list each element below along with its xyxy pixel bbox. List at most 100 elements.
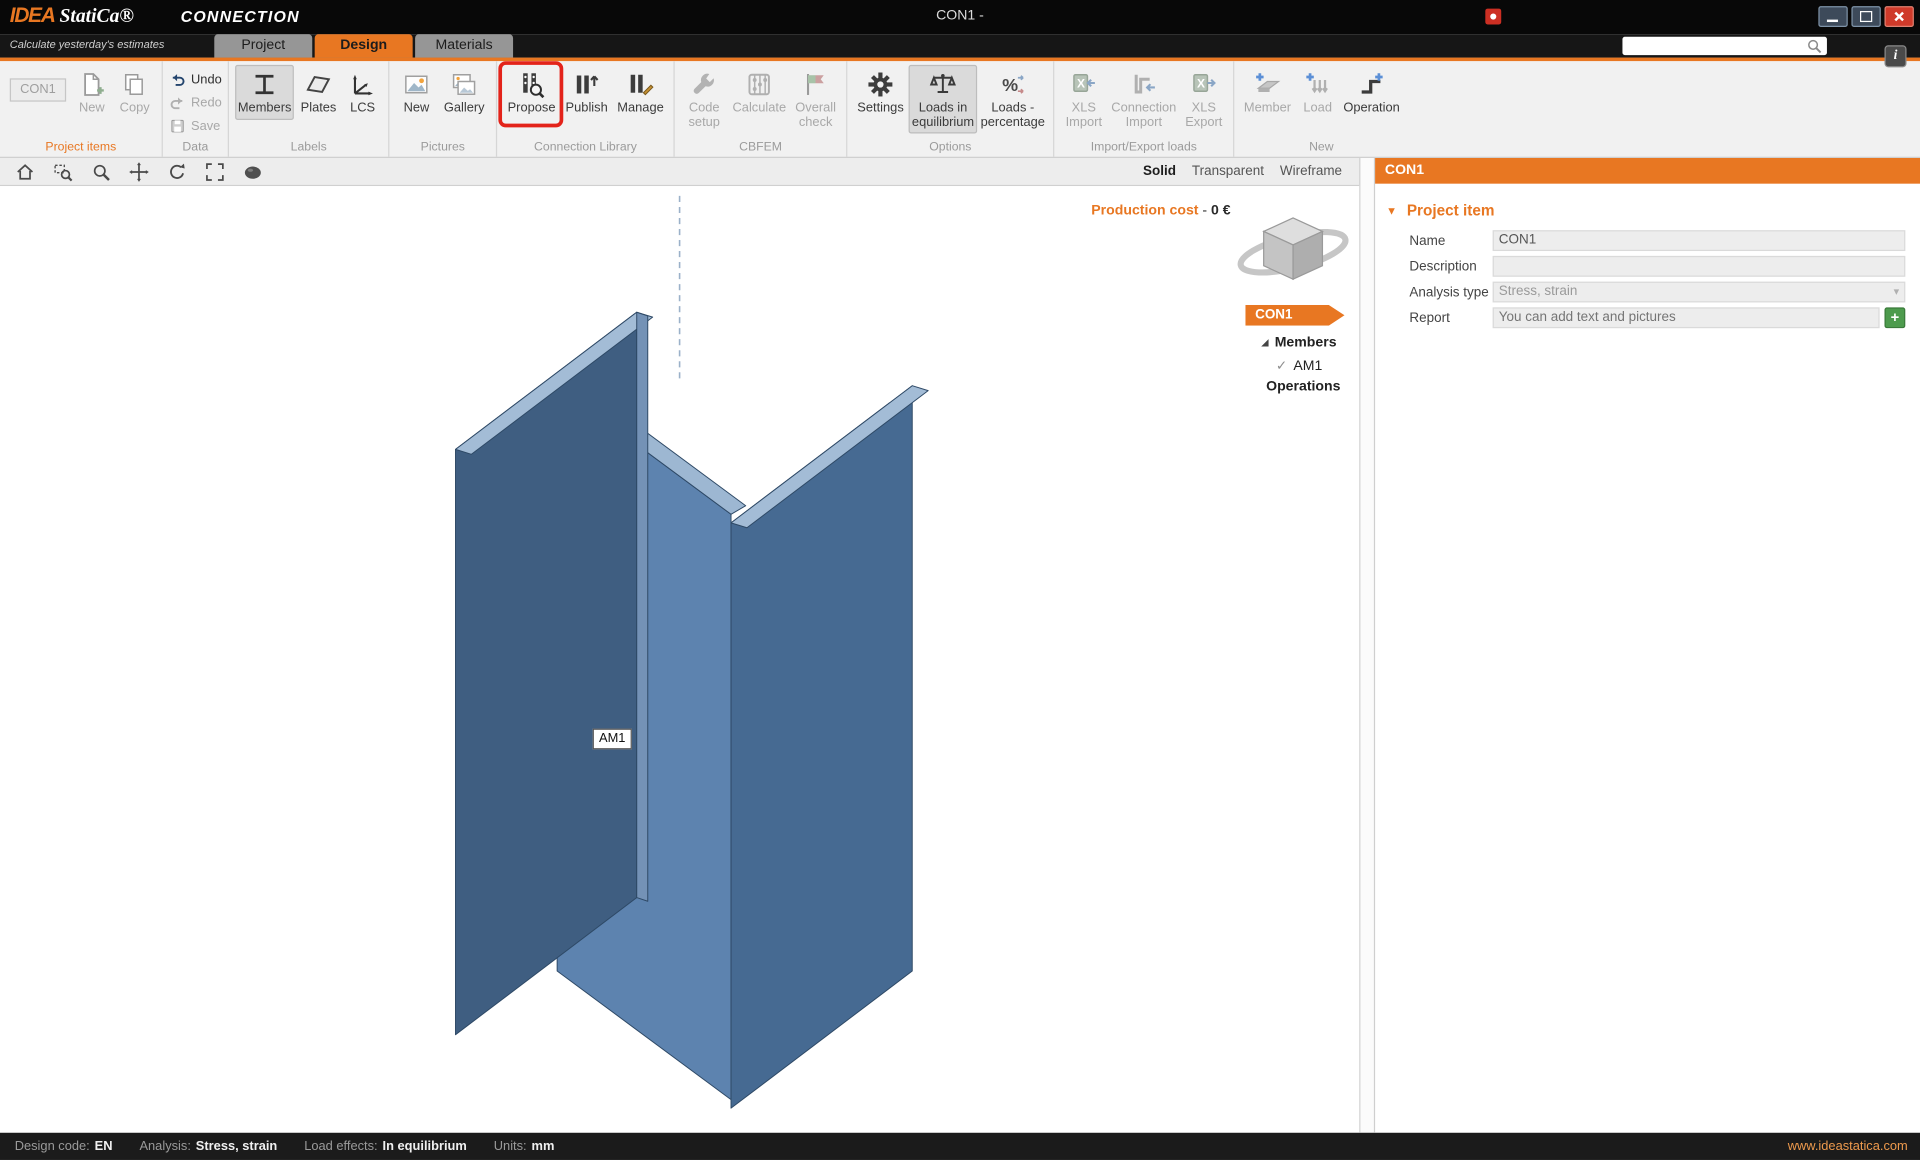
loads-in-equilibrium-button[interactable]: Loads in equilibrium: [909, 65, 978, 134]
tab-project[interactable]: Project: [214, 34, 312, 57]
navigation-cube[interactable]: [1232, 208, 1354, 291]
copy-icon: [121, 71, 148, 98]
ribbon-group-project-items: CON1 New Copy: [0, 61, 163, 157]
search-box[interactable]: [1622, 37, 1826, 55]
load-new-icon: [1304, 71, 1331, 98]
manage-button[interactable]: Manage: [614, 65, 668, 120]
propose-button[interactable]: Propose: [503, 65, 559, 120]
window-title: CON1 -: [0, 9, 1920, 24]
tree-item-members[interactable]: Members: [1261, 336, 1336, 351]
ribbon-group-options: Settings Loads in equilibrium: [847, 61, 1054, 157]
properties-panel: CON1 ▼ Project item Name Description Ana…: [1374, 158, 1920, 1133]
redo-button: Redo: [169, 92, 222, 113]
report-input[interactable]: [1493, 307, 1880, 328]
loads-percentage-button[interactable]: % Loads - percentage: [979, 65, 1048, 134]
overall-check-button: Overall check: [791, 65, 840, 134]
overall-check-icon: [802, 71, 829, 98]
section-project-item[interactable]: ▼ Project item: [1375, 198, 1920, 222]
main-tabs: Project Design Materials: [214, 34, 513, 57]
field-row-analysis-type: Analysis type ▾Stress, strain: [1375, 279, 1920, 305]
home-icon[interactable]: [15, 161, 36, 182]
tree-item-am1[interactable]: ✓ AM1: [1276, 358, 1322, 374]
ribbon-group-data: Undo Redo Save: [163, 61, 229, 157]
calculate-icon: [746, 71, 773, 98]
ribbon-group-new: Member Load: [1234, 61, 1408, 157]
member-new-icon: [1254, 71, 1281, 98]
manage-icon: [627, 71, 654, 98]
name-input[interactable]: [1493, 230, 1906, 251]
title-bar: IDEA StatiCa® CONNECTION CON1 -: [0, 0, 1920, 34]
calculate-button: Calculate: [729, 65, 790, 120]
new-operation-button[interactable]: Operation: [1341, 65, 1402, 120]
tagline: Calculate yesterday's estimates: [10, 38, 165, 50]
3d-viewport[interactable]: Production cost - 0 € CON1 Members: [0, 186, 1359, 1133]
website-link[interactable]: www.ideastatica.com: [1788, 1139, 1920, 1154]
save-button: Save: [169, 115, 222, 136]
plates-labels-button[interactable]: Plates: [295, 65, 342, 120]
member-tag-AM1[interactable]: AM1: [593, 729, 632, 750]
code-setup-icon: [691, 71, 718, 98]
view-mode-wireframe[interactable]: Wireframe: [1280, 164, 1342, 179]
publish-button[interactable]: Publish: [561, 65, 612, 120]
picture-new-icon: [403, 71, 430, 98]
tree-root-CON1[interactable]: CON1: [1245, 305, 1344, 326]
close-button[interactable]: [1884, 6, 1913, 27]
save-icon: [169, 117, 186, 134]
viewport-column: Solid Transparent Wireframe: [0, 158, 1359, 1133]
view-mode-solid[interactable]: Solid: [1143, 164, 1176, 179]
description-input[interactable]: [1493, 256, 1906, 277]
analysis-type-dropdown[interactable]: ▾Stress, strain: [1493, 282, 1906, 303]
xls-import-icon: X: [1070, 71, 1097, 98]
check-icon[interactable]: ✓: [1276, 358, 1287, 374]
expander-icon[interactable]: [1261, 339, 1268, 346]
tab-design[interactable]: Design: [315, 34, 413, 57]
lcs-labels-button[interactable]: LCS: [343, 65, 382, 120]
ribbon-group-labels: Members Plates LCS: [229, 61, 389, 157]
add-report-icon[interactable]: +: [1884, 307, 1905, 328]
maximize-button[interactable]: [1851, 6, 1880, 27]
view-mode-transparent[interactable]: Transparent: [1192, 164, 1264, 179]
code-setup-button: Code setup: [681, 65, 728, 134]
ribbon-group-import-export: X XLS Import Connection Import X: [1054, 61, 1234, 157]
svg-text:X: X: [1197, 76, 1205, 90]
search-input[interactable]: [1622, 38, 1806, 54]
appearance-icon[interactable]: [242, 161, 263, 182]
operation-new-icon: [1358, 71, 1385, 98]
tab-materials[interactable]: Materials: [415, 34, 513, 57]
undo-button[interactable]: Undo: [169, 69, 222, 90]
status-load-effects: Load effects:In equilibrium: [304, 1139, 467, 1154]
member-3d-model[interactable]: [0, 186, 1359, 1133]
members-labels-button[interactable]: Members: [235, 65, 294, 120]
new-project-item-button: New: [71, 65, 113, 120]
settings-button[interactable]: Settings: [854, 65, 908, 120]
new-picture-button[interactable]: New: [396, 65, 438, 120]
zoom-icon[interactable]: [91, 161, 112, 182]
minimize-button[interactable]: [1818, 6, 1847, 27]
gallery-button[interactable]: Gallery: [439, 65, 490, 120]
ribbon-group-cbfem: Code setup Calculate: [675, 61, 848, 157]
tree-item-operations[interactable]: Operations: [1266, 380, 1340, 395]
connection-import-button: Connection Import: [1108, 65, 1179, 134]
info-button[interactable]: i: [1884, 45, 1906, 67]
pan-icon[interactable]: [129, 161, 150, 182]
status-analysis: Analysis:Stress, strain: [139, 1139, 277, 1154]
loads-percentage-icon: %: [999, 71, 1026, 98]
connection-import-icon: [1130, 71, 1157, 98]
field-row-name: Name: [1375, 228, 1920, 254]
section-title: Project item: [1407, 202, 1495, 219]
new-load-button: Load: [1296, 65, 1340, 120]
plates-label-icon: [305, 71, 332, 98]
chevron-down-icon: ▾: [1894, 283, 1900, 301]
collapse-icon[interactable]: ▼: [1386, 204, 1397, 216]
xls-export-icon: X: [1190, 71, 1217, 98]
rotate-icon[interactable]: [167, 161, 188, 182]
steel-member-AM1: [456, 312, 929, 1108]
ribbon: CON1 New Copy: [0, 61, 1920, 158]
new-item-icon: [78, 71, 105, 98]
gallery-icon: [451, 71, 478, 98]
undo-icon: [169, 70, 186, 87]
zoom-window-icon[interactable]: [53, 161, 74, 182]
status-design-code: Design code:EN: [15, 1139, 113, 1154]
alert-icon[interactable]: [1485, 9, 1501, 25]
zoom-all-icon[interactable]: [204, 161, 225, 182]
